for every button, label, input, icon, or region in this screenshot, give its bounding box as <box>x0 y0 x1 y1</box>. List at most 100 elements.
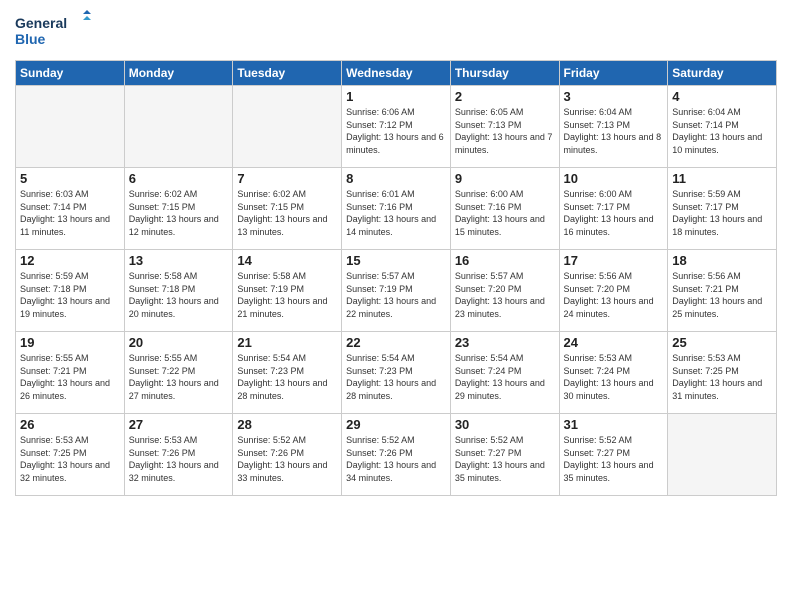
calendar-cell: 15Sunrise: 5:57 AM Sunset: 7:19 PM Dayli… <box>342 250 451 332</box>
day-info: Sunrise: 6:03 AM Sunset: 7:14 PM Dayligh… <box>20 188 120 238</box>
day-info: Sunrise: 5:54 AM Sunset: 7:23 PM Dayligh… <box>237 352 337 402</box>
day-number: 21 <box>237 335 337 350</box>
day-number: 1 <box>346 89 446 104</box>
calendar-cell: 23Sunrise: 5:54 AM Sunset: 7:24 PM Dayli… <box>450 332 559 414</box>
calendar-cell: 8 Sunrise: 6:01 AM Sunset: 7:16 PM Daylig… <box>342 168 451 250</box>
calendar-cell: 5Sunrise: 6:03 AM Sunset: 7:14 PM Daylig… <box>16 168 125 250</box>
calendar-cell: 9 Sunrise: 6:00 AM Sunset: 7:16 PM Daylig… <box>450 168 559 250</box>
day-number: 18 <box>672 253 772 268</box>
day-number: 13 <box>129 253 229 268</box>
day-info: Sunrise: 5:52 AM Sunset: 7:26 PM Dayligh… <box>346 434 446 484</box>
day-number: 15 <box>346 253 446 268</box>
weekday-header-row: SundayMondayTuesdayWednesdayThursdayFrid… <box>16 61 777 86</box>
day-number: 7 <box>237 171 337 186</box>
day-number: 12 <box>20 253 120 268</box>
day-info: Sunrise: 5:54 AM Sunset: 7:24 PM Dayligh… <box>455 352 555 402</box>
day-number: 25 <box>672 335 772 350</box>
calendar-cell: 27 Sunrise: 5:53 AM Sunset: 7:26 PM Dayli… <box>124 414 233 496</box>
day-number: 3 <box>564 89 664 104</box>
calendar-cell: 25 Sunrise: 5:53 AM Sunset: 7:25 PM Dayli… <box>668 332 777 414</box>
logo-svg: General Blue <box>15 10 95 52</box>
calendar-cell: 4 Sunrise: 6:04 AM Sunset: 7:14 PM Daylig… <box>668 86 777 168</box>
calendar-cell: 7 Sunrise: 6:02 AM Sunset: 7:15 PM Daylig… <box>233 168 342 250</box>
week-row-1: 1Sunrise: 6:06 AM Sunset: 7:12 PM Daylig… <box>16 86 777 168</box>
day-info: Sunrise: 6:02 AM Sunset: 7:15 PM Dayligh… <box>237 188 337 238</box>
calendar-cell <box>668 414 777 496</box>
calendar-cell: 6Sunrise: 6:02 AM Sunset: 7:15 PM Daylig… <box>124 168 233 250</box>
calendar-cell: 11 Sunrise: 5:59 AM Sunset: 7:17 PM Dayli… <box>668 168 777 250</box>
day-info: Sunrise: 6:02 AM Sunset: 7:15 PM Dayligh… <box>129 188 229 238</box>
day-number: 8 <box>346 171 446 186</box>
calendar-cell: 22 Sunrise: 5:54 AM Sunset: 7:23 PM Dayli… <box>342 332 451 414</box>
day-info: Sunrise: 5:58 AM Sunset: 7:19 PM Dayligh… <box>237 270 337 320</box>
weekday-header-sunday: Sunday <box>16 61 125 86</box>
day-info: Sunrise: 6:00 AM Sunset: 7:17 PM Dayligh… <box>564 188 664 238</box>
calendar-cell: 30 Sunrise: 5:52 AM Sunset: 7:27 PM Dayli… <box>450 414 559 496</box>
day-number: 16 <box>455 253 555 268</box>
day-info: Sunrise: 5:56 AM Sunset: 7:21 PM Dayligh… <box>672 270 772 320</box>
day-number: 22 <box>346 335 446 350</box>
day-number: 17 <box>564 253 664 268</box>
calendar-cell: 31Sunrise: 5:52 AM Sunset: 7:27 PM Dayli… <box>559 414 668 496</box>
calendar-cell: 3 Sunrise: 6:04 AM Sunset: 7:13 PM Daylig… <box>559 86 668 168</box>
day-info: Sunrise: 5:53 AM Sunset: 7:25 PM Dayligh… <box>672 352 772 402</box>
week-row-3: 12 Sunrise: 5:59 AM Sunset: 7:18 PM Dayli… <box>16 250 777 332</box>
day-info: Sunrise: 6:01 AM Sunset: 7:16 PM Dayligh… <box>346 188 446 238</box>
day-number: 28 <box>237 417 337 432</box>
calendar-cell <box>16 86 125 168</box>
day-number: 4 <box>672 89 772 104</box>
logo: General Blue <box>15 10 95 52</box>
calendar-cell: 14 Sunrise: 5:58 AM Sunset: 7:19 PM Dayli… <box>233 250 342 332</box>
svg-text:General: General <box>15 15 67 31</box>
day-info: Sunrise: 5:53 AM Sunset: 7:24 PM Dayligh… <box>564 352 664 402</box>
weekday-header-saturday: Saturday <box>668 61 777 86</box>
day-number: 24 <box>564 335 664 350</box>
day-number: 27 <box>129 417 229 432</box>
day-info: Sunrise: 5:54 AM Sunset: 7:23 PM Dayligh… <box>346 352 446 402</box>
weekday-header-tuesday: Tuesday <box>233 61 342 86</box>
day-number: 30 <box>455 417 555 432</box>
day-number: 11 <box>672 171 772 186</box>
calendar-cell: 2Sunrise: 6:05 AM Sunset: 7:13 PM Daylig… <box>450 86 559 168</box>
calendar-cell: 29 Sunrise: 5:52 AM Sunset: 7:26 PM Dayli… <box>342 414 451 496</box>
day-number: 20 <box>129 335 229 350</box>
day-info: Sunrise: 5:52 AM Sunset: 7:26 PM Dayligh… <box>237 434 337 484</box>
header: General Blue <box>15 10 777 52</box>
weekday-header-wednesday: Wednesday <box>342 61 451 86</box>
day-info: Sunrise: 5:59 AM Sunset: 7:18 PM Dayligh… <box>20 270 120 320</box>
calendar-cell: 24 Sunrise: 5:53 AM Sunset: 7:24 PM Dayli… <box>559 332 668 414</box>
day-number: 10 <box>564 171 664 186</box>
day-number: 19 <box>20 335 120 350</box>
weekday-header-thursday: Thursday <box>450 61 559 86</box>
day-info: Sunrise: 5:59 AM Sunset: 7:17 PM Dayligh… <box>672 188 772 238</box>
day-number: 9 <box>455 171 555 186</box>
day-info: Sunrise: 5:58 AM Sunset: 7:18 PM Dayligh… <box>129 270 229 320</box>
day-info: Sunrise: 6:04 AM Sunset: 7:13 PM Dayligh… <box>564 106 664 156</box>
day-number: 14 <box>237 253 337 268</box>
day-info: Sunrise: 5:55 AM Sunset: 7:22 PM Dayligh… <box>129 352 229 402</box>
calendar-cell: 26 Sunrise: 5:53 AM Sunset: 7:25 PM Dayli… <box>16 414 125 496</box>
week-row-5: 26 Sunrise: 5:53 AM Sunset: 7:25 PM Dayli… <box>16 414 777 496</box>
day-info: Sunrise: 5:56 AM Sunset: 7:20 PM Dayligh… <box>564 270 664 320</box>
day-info: Sunrise: 5:57 AM Sunset: 7:20 PM Dayligh… <box>455 270 555 320</box>
calendar-cell: 1Sunrise: 6:06 AM Sunset: 7:12 PM Daylig… <box>342 86 451 168</box>
day-info: Sunrise: 5:52 AM Sunset: 7:27 PM Dayligh… <box>455 434 555 484</box>
weekday-header-friday: Friday <box>559 61 668 86</box>
day-info: Sunrise: 6:00 AM Sunset: 7:16 PM Dayligh… <box>455 188 555 238</box>
day-info: Sunrise: 6:04 AM Sunset: 7:14 PM Dayligh… <box>672 106 772 156</box>
day-number: 2 <box>455 89 555 104</box>
day-info: Sunrise: 5:53 AM Sunset: 7:25 PM Dayligh… <box>20 434 120 484</box>
page: General Blue SundayMondayTuesdayWednesda… <box>0 0 792 612</box>
day-number: 26 <box>20 417 120 432</box>
calendar-cell: 21 Sunrise: 5:54 AM Sunset: 7:23 PM Dayli… <box>233 332 342 414</box>
day-info: Sunrise: 5:53 AM Sunset: 7:26 PM Dayligh… <box>129 434 229 484</box>
svg-text:Blue: Blue <box>15 31 46 47</box>
weekday-header-monday: Monday <box>124 61 233 86</box>
calendar-cell: 19 Sunrise: 5:55 AM Sunset: 7:21 PM Dayli… <box>16 332 125 414</box>
calendar-cell: 17 Sunrise: 5:56 AM Sunset: 7:20 PM Dayli… <box>559 250 668 332</box>
week-row-4: 19 Sunrise: 5:55 AM Sunset: 7:21 PM Dayli… <box>16 332 777 414</box>
calendar-cell: 20 Sunrise: 5:55 AM Sunset: 7:22 PM Dayli… <box>124 332 233 414</box>
day-number: 29 <box>346 417 446 432</box>
day-info: Sunrise: 5:52 AM Sunset: 7:27 PM Dayligh… <box>564 434 664 484</box>
day-info: Sunrise: 5:55 AM Sunset: 7:21 PM Dayligh… <box>20 352 120 402</box>
